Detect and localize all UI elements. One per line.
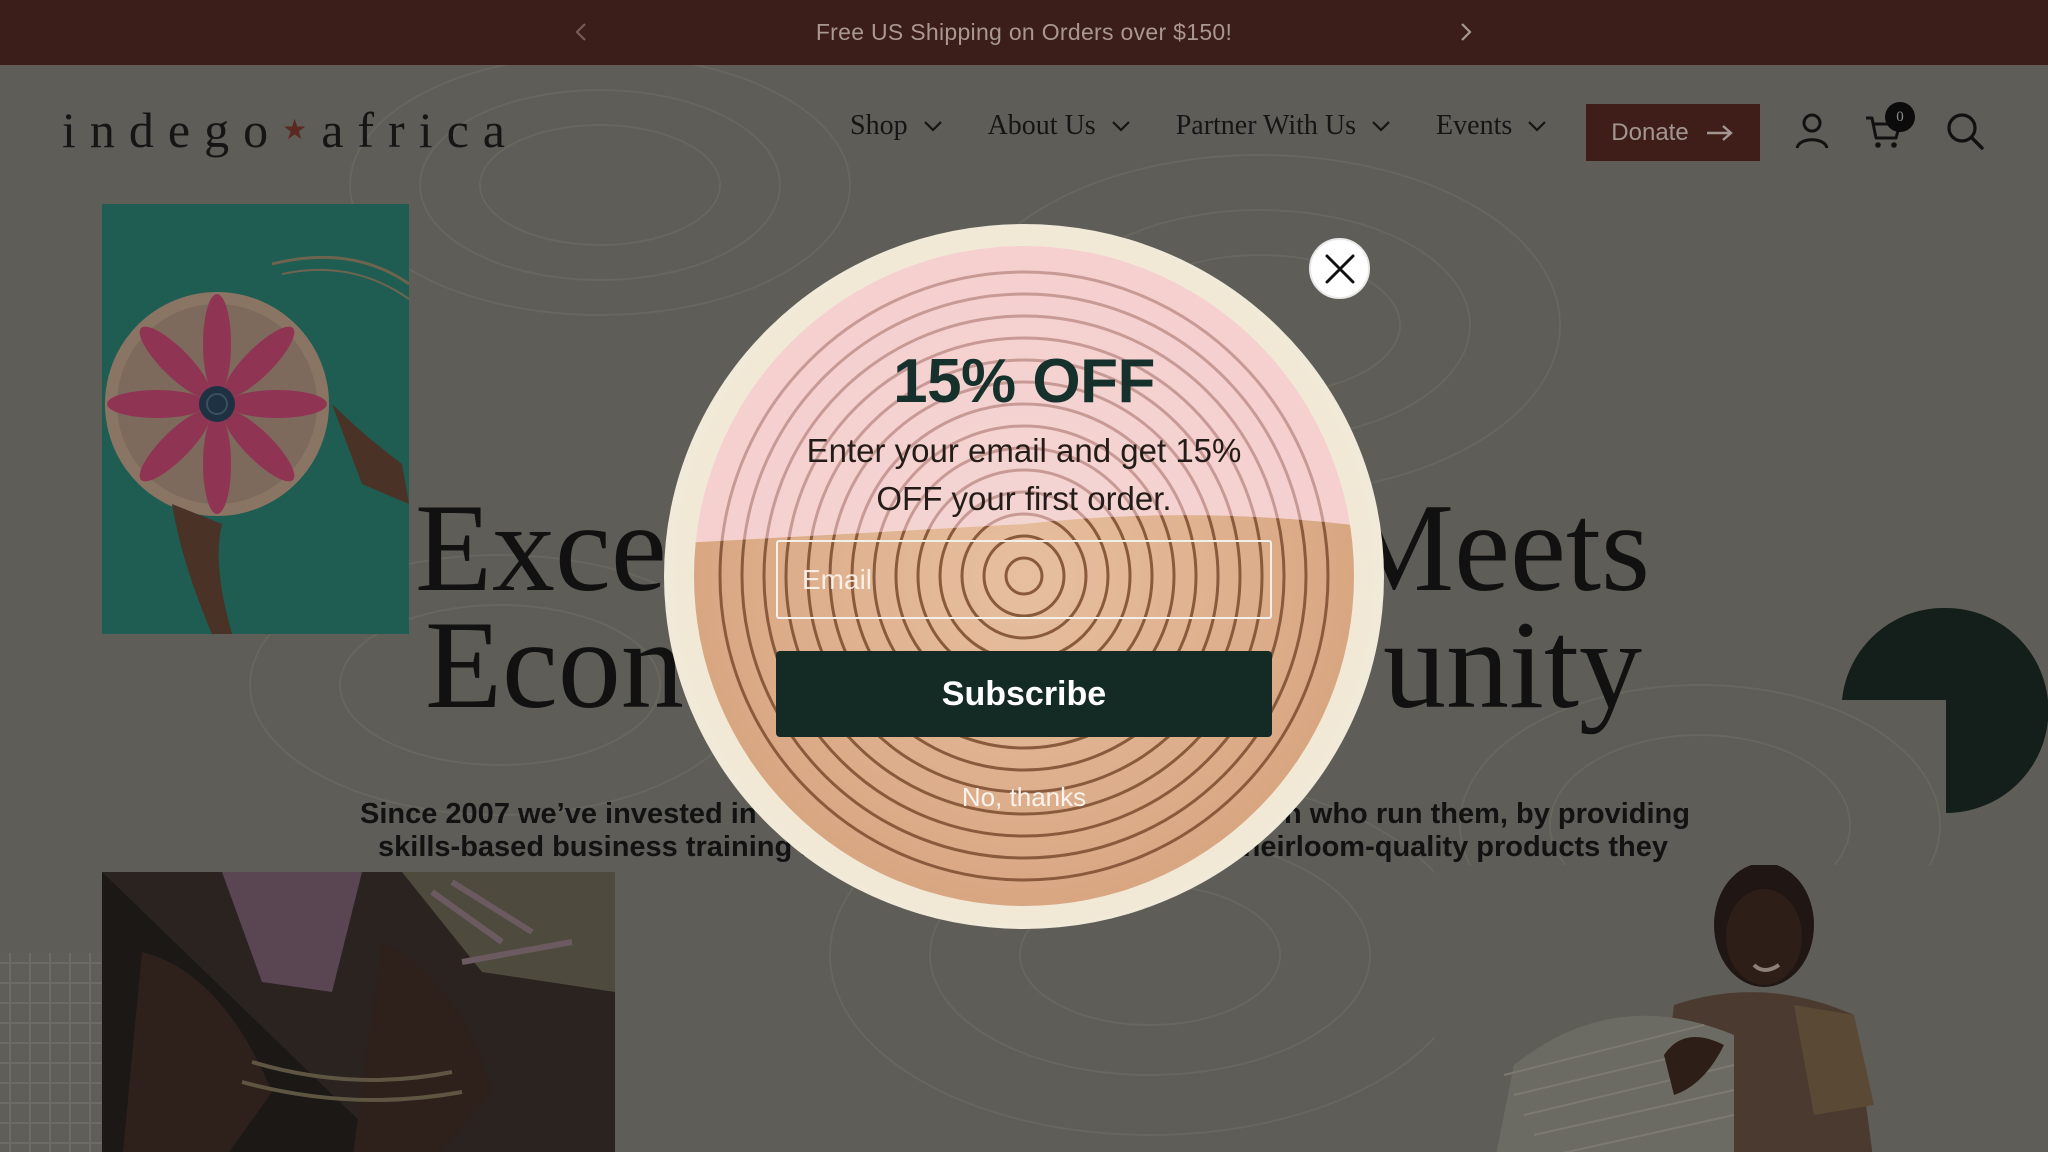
artisan-photo [1434,865,1944,1152]
hero-title-line2-right: unity [1382,596,1642,735]
chevron-down-icon [1528,121,1547,132]
logo-word-indego: indego [62,102,283,158]
arrow-right-icon [1706,124,1733,141]
site-logo[interactable]: indego ★ africa [62,100,519,160]
mesh-pattern [0,953,102,1152]
nav-item-shop[interactable]: Shop [850,110,944,142]
nav-item-label: Events [1436,110,1513,141]
modal-heading: 15% OFF [893,347,1155,416]
modal-description: Enter your email and get 15% OFF your fi… [806,432,1242,517]
announcement-text[interactable]: Free US Shipping on Orders over $150! [816,19,1232,46]
no-thanks-link[interactable]: No, thanks [664,782,1384,813]
logo-star-icon: ★ [282,115,308,146]
email-input[interactable] [776,540,1272,619]
chevron-left-icon[interactable] [568,18,596,46]
modal-content: 15% OFF Enter your email and get 15% OFF… [664,224,1384,929]
nav-item-label: Shop [850,110,908,141]
hero-title-line1-right: Meets [1342,479,1650,618]
chevron-down-icon [923,121,942,132]
account-icon[interactable] [1791,110,1833,152]
announcement-bar: Free US Shipping on Orders over $150! [0,0,2048,65]
main-nav: Shop About Us Partner With Us Events [850,110,1548,142]
logo-word-africa: africa [321,102,519,158]
nav-item-label: Partner With Us [1175,110,1357,141]
donate-button[interactable]: Donate [1586,104,1760,161]
search-icon[interactable] [1944,110,1986,152]
chevron-right-icon[interactable] [1451,18,1479,46]
chevron-down-icon [1372,121,1390,132]
close-icon [1325,254,1354,283]
decorative-shape [1842,608,2048,813]
nav-item-label: About Us [987,110,1096,141]
nav-item-about-us[interactable]: About Us [988,110,1132,142]
nav-item-events[interactable]: Events [1436,110,1548,142]
subscribe-button[interactable]: Subscribe [776,651,1272,737]
email-signup-modal: 15% OFF Enter your email and get 15% OFF… [664,224,1384,929]
hero-title-line1-left: Exce [415,479,667,618]
donate-label: Donate [1611,118,1689,146]
hero-title-line2-left: Econ [425,596,684,735]
nav-item-partner-with-us[interactable]: Partner With Us [1176,110,1392,142]
weaving-hands-photo [102,872,615,1152]
close-modal-button[interactable] [1309,238,1370,299]
cart-count-badge: 0 [1885,102,1915,132]
chevron-down-icon [1111,121,1130,132]
